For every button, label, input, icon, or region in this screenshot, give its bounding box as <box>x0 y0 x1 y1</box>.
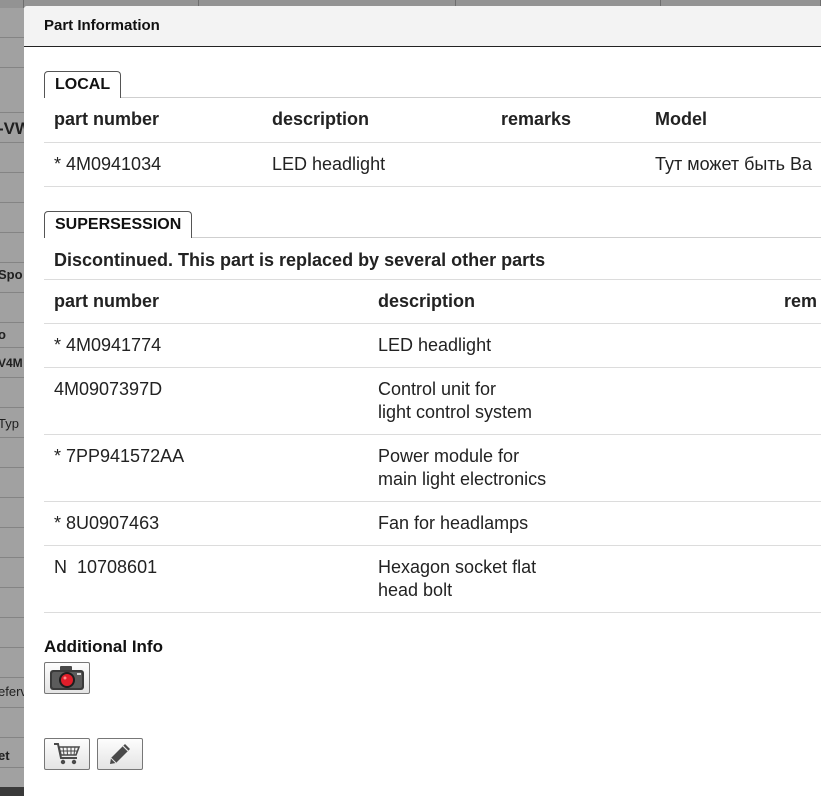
description-cell: Control unit for light control system <box>368 367 774 435</box>
supersession-notice: Discontinued. This part is replaced by s… <box>44 238 821 280</box>
remarks-cell <box>774 501 821 546</box>
photo-button[interactable] <box>44 662 90 694</box>
table-row: * 4M0941034 LED headlight Тут может быть… <box>44 142 821 187</box>
column-header-part-number: part number <box>44 279 368 324</box>
remarks-cell <box>774 434 821 502</box>
column-header-description: description <box>368 279 774 324</box>
dialog-content: LOCAL part number description remarks Mo… <box>44 71 821 770</box>
part-information-dialog: Part Information LOCAL part number descr… <box>24 6 821 796</box>
camera-icon <box>50 666 84 690</box>
dialog-header: Part Information <box>24 6 821 47</box>
local-parts-table: part number description remarks Model * … <box>44 98 821 187</box>
edit-button[interactable] <box>97 738 144 770</box>
table-row: 4M0907397D Control unit for light contro… <box>44 367 821 435</box>
table-row: N 10708601 Hexagon socket flat head bolt <box>44 545 821 613</box>
model-cell: Тут может быть Ва <box>645 142 821 187</box>
description-cell: LED headlight <box>378 335 492 355</box>
description-cell: Fan for headlamps <box>368 501 774 546</box>
dialog-title: Part Information <box>44 17 160 34</box>
table-row: * 7PP941572AA Power module for main ligh… <box>44 434 821 502</box>
add-to-cart-button[interactable] <box>44 738 90 770</box>
table-row: * 4M0941774 LED headlight <box>44 324 821 368</box>
additional-info-title: Additional Info <box>44 637 163 656</box>
column-header-remarks: remarks <box>491 98 645 143</box>
local-section-tab: LOCAL <box>44 71 122 98</box>
supersession-table-header: part number description rem <box>44 279 821 324</box>
column-header-remarks: rem <box>774 279 821 324</box>
column-header-model: Model <box>645 98 821 143</box>
column-header-description: description <box>262 98 491 143</box>
remarks-cell <box>491 142 645 187</box>
part-number-cell: * 4M0941774 <box>54 335 162 355</box>
supersession-parts-table: part number description rem * 4M0941774 … <box>44 279 821 613</box>
part-number-cell: 4M0907397D <box>44 367 368 435</box>
table-row: * 8U0907463 Fan for headlamps <box>44 501 821 546</box>
remarks-cell <box>774 324 821 368</box>
part-number-cell: * 4M0941034 <box>44 142 262 187</box>
shopping-cart-icon <box>54 743 81 765</box>
part-number-cell: N 10708601 <box>44 545 368 613</box>
description-cell: Power module for main light electronics <box>368 434 774 502</box>
description-cell: LED headlight <box>262 142 491 187</box>
remarks-cell <box>774 367 821 435</box>
supersession-section-tab: SUPERSESSION <box>44 210 193 238</box>
description-cell: Hexagon socket flat head bolt <box>368 545 774 613</box>
column-header-part-number: part number <box>44 98 262 143</box>
local-table-header: part number description remarks Model <box>44 98 821 143</box>
remarks-cell <box>774 545 821 613</box>
part-number-cell: * 8U0907463 <box>44 501 368 546</box>
part-number-cell: * 7PP941572AA <box>44 434 368 502</box>
pencil-icon <box>110 744 131 764</box>
